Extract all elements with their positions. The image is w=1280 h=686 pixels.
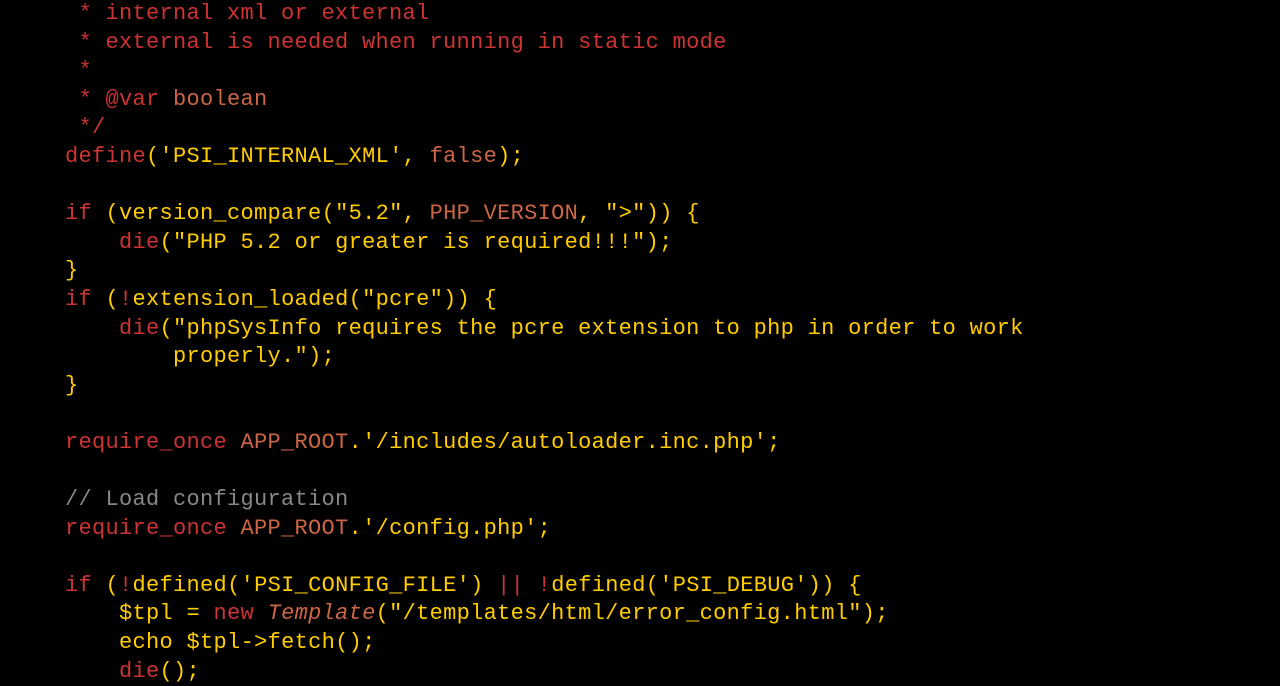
comment-line: * external is needed when running in sta… (65, 30, 727, 55)
punct: ( (146, 144, 160, 169)
string-literal: "5.2" (335, 201, 403, 226)
func-call: defined (551, 573, 646, 598)
punct: ; (767, 430, 781, 455)
operator: ! (119, 573, 133, 598)
punct: = (173, 601, 214, 626)
punct: ( (92, 573, 119, 598)
punct: -> (241, 630, 268, 655)
constant: PHP_VERSION (430, 201, 579, 226)
punct: ); (646, 230, 673, 255)
variable: $tpl (187, 630, 241, 655)
operator: ! (119, 287, 133, 312)
bool-literal: false (430, 144, 498, 169)
space (227, 430, 241, 455)
string-literal: "PHP 5.2 or greater is required!!!" (173, 230, 646, 255)
punct: , (403, 144, 430, 169)
doc-tag: @var (106, 87, 160, 112)
func-call: extension_loaded (133, 287, 349, 312)
string-literal: properly." (173, 344, 308, 369)
punct: ; (538, 516, 552, 541)
keyword-die: die (119, 659, 160, 684)
punct: ( (92, 287, 119, 312)
punct: )) { (808, 573, 862, 598)
punct: ( (227, 573, 241, 598)
punct: , (578, 201, 605, 226)
func-call: version_compare (119, 201, 322, 226)
brace: } (65, 258, 79, 283)
punct: ); (308, 344, 335, 369)
space (254, 601, 268, 626)
string-literal: "/templates/html/error_config.html" (389, 601, 862, 626)
punct: ( (92, 201, 119, 226)
constant: APP_ROOT (241, 516, 349, 541)
doc-type: boolean (160, 87, 268, 112)
variable: $tpl (119, 601, 173, 626)
keyword-define: define (65, 144, 146, 169)
punct: , (403, 201, 430, 226)
punct: ); (497, 144, 524, 169)
punct: ) (470, 573, 497, 598)
comment-line: * internal xml or external (65, 1, 430, 26)
keyword-new: new (214, 601, 255, 626)
space (173, 630, 187, 655)
keyword-if: if (65, 201, 92, 226)
space (227, 516, 241, 541)
punct: ( (160, 316, 174, 341)
string-literal: "pcre" (362, 287, 443, 312)
string-literal: "phpSysInfo requires the pcre extension … (173, 316, 1024, 341)
string-literal: ">" (605, 201, 646, 226)
string-literal: 'PSI_INTERNAL_XML' (160, 144, 403, 169)
punct: ( (376, 601, 390, 626)
keyword-die: die (119, 316, 160, 341)
string-literal: '/includes/autoloader.inc.php' (362, 430, 767, 455)
punct: ( (646, 573, 660, 598)
keyword-if: if (65, 573, 92, 598)
keyword-require: require_once (65, 430, 227, 455)
punct: ( (160, 230, 174, 255)
string-literal: '/config.php' (362, 516, 538, 541)
punct: )) { (443, 287, 497, 312)
comment-line: */ (65, 115, 106, 140)
keyword-require: require_once (65, 516, 227, 541)
string-literal: 'PSI_CONFIG_FILE' (241, 573, 471, 598)
operator: ! (538, 573, 552, 598)
constant: APP_ROOT (241, 430, 349, 455)
comment-line: // Load configuration (65, 487, 349, 512)
punct: ( (349, 287, 363, 312)
operator: || (497, 573, 524, 598)
punct: . (349, 516, 363, 541)
space (524, 573, 538, 598)
punct: )) { (646, 201, 700, 226)
comment-line: * (65, 58, 92, 83)
punct: ); (862, 601, 889, 626)
string-literal: 'PSI_DEBUG' (659, 573, 808, 598)
code-editor[interactable]: * internal xml or external * external is… (65, 0, 1280, 686)
class-name: Template (268, 601, 376, 626)
brace: } (65, 373, 79, 398)
func-call: defined (133, 573, 228, 598)
punct: ( (322, 201, 336, 226)
keyword-echo: echo (119, 630, 173, 655)
punct: . (349, 430, 363, 455)
comment-line: * (65, 87, 106, 112)
keyword-if: if (65, 287, 92, 312)
keyword-die: die (119, 230, 160, 255)
punct: (); (160, 659, 201, 684)
punct: (); (335, 630, 376, 655)
method-call: fetch (268, 630, 336, 655)
